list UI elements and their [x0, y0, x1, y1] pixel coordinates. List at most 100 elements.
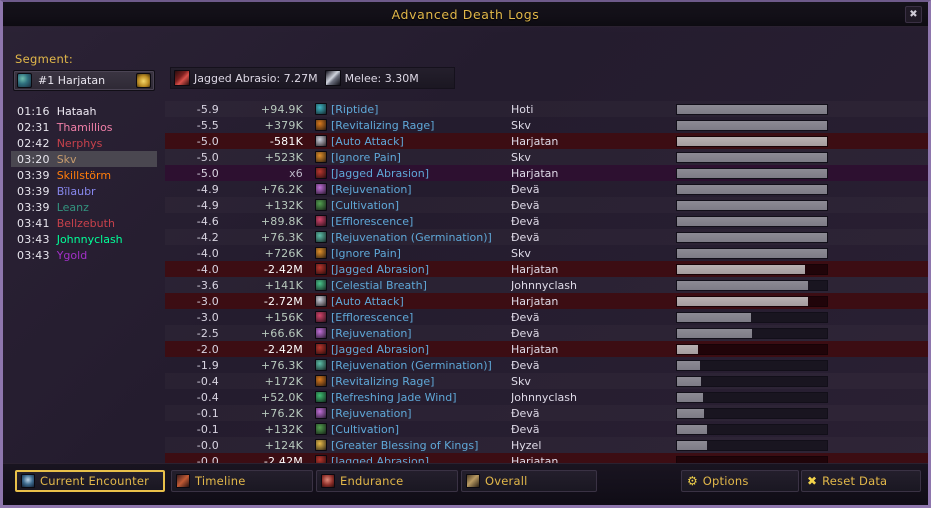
death-list-item[interactable]: 03:39 Leanz — [11, 199, 157, 215]
row-time: -0.4 — [196, 390, 219, 404]
health-bar-fill — [677, 152, 827, 162]
health-bar-fill — [677, 216, 827, 226]
table-row[interactable]: -1.9 +76.3K [Rejuvenation (Germination)] Ðe… — [165, 357, 928, 373]
death-time: 03:43 — [17, 232, 50, 246]
death-list-item[interactable]: 01:16 Hataah — [11, 103, 157, 119]
options-button[interactable]: ⚙ Options — [681, 470, 799, 492]
spell-name: [Rejuvenation (Germination)] — [331, 230, 492, 244]
overall-icon — [466, 474, 480, 488]
row-source: Harjatan — [511, 262, 559, 276]
segment-dropdown[interactable]: #1 Harjatan — [13, 70, 155, 91]
table-row[interactable]: -4.0 -2.42M [Jagged Abrasion] Harjatan — [165, 261, 928, 277]
table-row[interactable]: -2.0 -2.42M [Jagged Abrasion] Harjatan — [165, 341, 928, 357]
chevron-down-icon[interactable] — [136, 73, 151, 88]
row-source: Ðevä — [511, 406, 540, 420]
table-row[interactable]: -4.6 +89.8K [Efflorescence] Ðevä — [165, 213, 928, 229]
death-list-item[interactable]: 03:41 Bellzebuth — [11, 215, 157, 231]
health-bar-fill — [677, 360, 700, 370]
spell-icon — [315, 423, 327, 435]
row-time: -4.0 — [196, 262, 219, 276]
table-row[interactable]: -0.1 +76.2K [Rejuvenation] Ðevä — [165, 405, 928, 421]
death-list-item[interactable]: 03:43 Johnnyclash — [11, 231, 157, 247]
tab-timeline[interactable]: Timeline — [171, 470, 313, 492]
spell-icon — [315, 263, 327, 275]
death-player-name: Skv — [56, 152, 77, 166]
gear-icon: ⚙ — [687, 474, 698, 488]
row-time: -2.5 — [196, 326, 219, 340]
row-spell: [Greater Blessing of Kings] — [315, 439, 511, 452]
table-row[interactable]: -5.5 +379K [Revitalizing Rage] Skv — [165, 117, 928, 133]
tab-current-encounter[interactable]: Current Encounter — [15, 470, 165, 492]
health-bar — [676, 167, 828, 179]
spell-name: [Jagged Abrasion] — [331, 166, 430, 180]
health-bar — [676, 423, 828, 435]
health-bar-fill — [677, 440, 707, 450]
table-row[interactable]: -4.9 +76.2K [Rejuvenation] Ðevä — [165, 181, 928, 197]
table-row[interactable]: -2.5 +66.6K [Rejuvenation] Ðevä — [165, 325, 928, 341]
death-time: 03:39 — [17, 200, 50, 214]
x-icon: ✖ — [807, 474, 818, 488]
row-time: -4.6 — [196, 214, 219, 228]
row-source: Harjatan — [511, 134, 559, 148]
table-row[interactable]: -5.9 +94.9K [Riptide] Hoti — [165, 101, 928, 117]
row-source: Ðevä — [511, 310, 540, 324]
row-time: -4.9 — [196, 182, 219, 196]
death-list-item[interactable]: 02:42 Nerphys — [11, 135, 157, 151]
row-spell: [Jagged Abrasion] — [315, 343, 511, 356]
death-time: 03:39 — [17, 184, 50, 198]
row-amount: +76.3K — [260, 230, 303, 244]
death-list-item[interactable]: 02:31 Thamillios — [11, 119, 157, 135]
health-bar-fill — [677, 408, 704, 418]
spell-name: [Cultivation] — [331, 422, 399, 436]
table-row[interactable]: -3.0 +156K [Efflorescence] Ðevä — [165, 309, 928, 325]
row-source: Harjatan — [511, 166, 559, 180]
row-amount: +89.8K — [260, 214, 303, 228]
row-spell: [Rejuvenation (Germination)] — [315, 359, 511, 372]
death-player-name: Skillstörm — [56, 168, 112, 182]
table-row[interactable]: -4.0 +726K [Ignore Pain] Skv — [165, 245, 928, 261]
spell-icon — [315, 135, 327, 147]
reset-data-button[interactable]: ✖ Reset Data — [801, 470, 921, 492]
table-row[interactable]: -0.0 +124K [Greater Blessing of Kings] Hyze… — [165, 437, 928, 453]
death-log-table: -5.9 +94.9K [Riptide] Hoti -5.5 +379K [Revital… — [165, 101, 928, 469]
death-list-item[interactable]: 03:39 Bïlaubr — [11, 183, 157, 199]
table-row[interactable]: -5.0 -581K [Auto Attack] Harjatan — [165, 133, 928, 149]
row-source: Ðevä — [511, 198, 540, 212]
health-bar-fill — [677, 328, 752, 338]
health-bar — [676, 359, 828, 371]
death-time: 03:43 — [17, 248, 50, 262]
table-row[interactable]: -3.0 -2.72M [Auto Attack] Harjatan — [165, 293, 928, 309]
row-source: Ðevä — [511, 182, 540, 196]
table-row[interactable]: -5.0 +523K [Ignore Pain] Skv — [165, 149, 928, 165]
table-row[interactable]: -4.2 +76.3K [Rejuvenation (Germination)] Ðe… — [165, 229, 928, 245]
segment-label: Segment: — [15, 52, 74, 66]
health-bar-fill — [677, 312, 751, 322]
table-row[interactable]: -0.4 +172K [Revitalizing Rage] Skv — [165, 373, 928, 389]
table-row[interactable]: -0.1 +132K [Cultivation] Ðevä — [165, 421, 928, 437]
tab-overall[interactable]: Overall — [461, 470, 597, 492]
row-time: -1.9 — [196, 358, 219, 372]
close-icon[interactable]: ✖ — [905, 6, 922, 23]
row-amount: -581K — [269, 134, 303, 148]
death-list-item[interactable]: 03:39 Skillstörm — [11, 167, 157, 183]
health-bar — [676, 263, 828, 275]
table-row[interactable]: -4.9 +132K [Cultivation] Ðevä — [165, 197, 928, 213]
death-player-name: Leanz — [56, 200, 89, 214]
table-row[interactable]: -5.0 x6 [Jagged Abrasion] Harjatan — [165, 165, 928, 181]
table-row[interactable]: -0.4 +52.0K [Refreshing Jade Wind] Johnnycl… — [165, 389, 928, 405]
row-time: -3.0 — [196, 294, 219, 308]
death-time: 02:42 — [17, 136, 50, 150]
timeline-icon — [176, 474, 190, 488]
death-list-item[interactable]: 03:43 Ygold — [11, 247, 157, 263]
row-spell: [Rejuvenation] — [315, 327, 511, 340]
row-spell: [Riptide] — [315, 103, 511, 116]
spell-name: [Ignore Pain] — [331, 246, 401, 260]
tab-endurance[interactable]: Endurance — [316, 470, 458, 492]
death-list-item[interactable]: 03:20 Skv — [11, 151, 157, 167]
row-amount: +66.6K — [260, 326, 303, 340]
death-list: 01:16 Hataah 02:31 Thamillios 02:42 Nerphys 03… — [11, 103, 157, 263]
table-row[interactable]: -3.6 +141K [Celestial Breath] Johnnyclash — [165, 277, 928, 293]
row-time: -0.1 — [196, 406, 219, 420]
summary-text: Jagged Abrasio: 7.27M — [194, 71, 318, 85]
health-bar-fill — [677, 424, 707, 434]
